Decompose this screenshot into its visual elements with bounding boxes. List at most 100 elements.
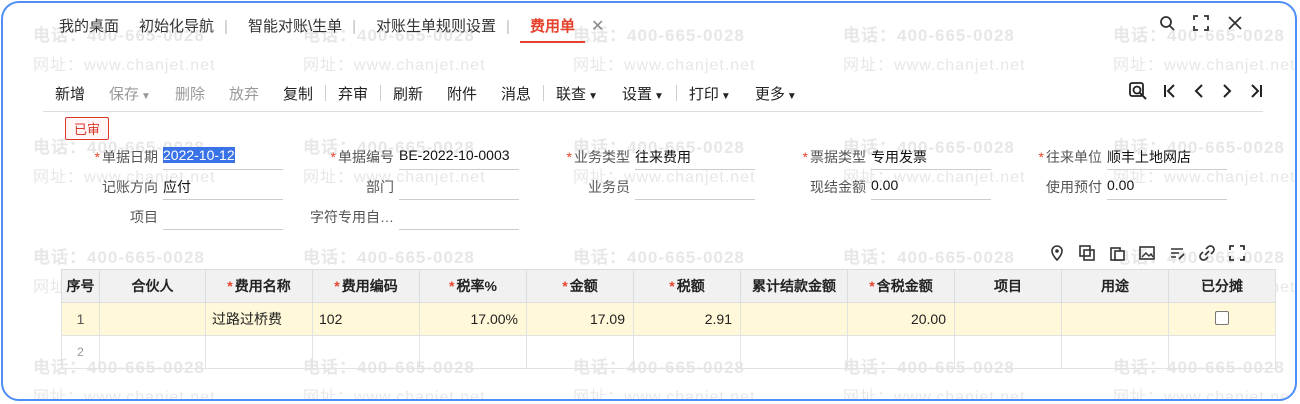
discard-button[interactable]: 放弃 (217, 83, 271, 104)
custom-input[interactable] (399, 207, 519, 230)
message-button[interactable]: 消息 (489, 83, 543, 104)
column-header[interactable]: * 税率% (419, 269, 527, 303)
seq-cell: 2 (61, 335, 100, 369)
paste-row-icon[interactable] (1109, 245, 1125, 266)
last-record-icon[interactable] (1249, 83, 1263, 104)
column-header-label: 税额 (676, 278, 705, 294)
direction-input[interactable]: 应付 (163, 177, 283, 200)
chevron-down-icon: ▼ (141, 90, 151, 102)
dept-input[interactable] (399, 177, 519, 200)
column-header[interactable]: * 费用名称 (205, 269, 313, 303)
tab-smart-reconcile[interactable]: 智能对账\生单 | (238, 11, 366, 43)
project-cell[interactable] (954, 335, 1062, 369)
expense-name-cell[interactable] (205, 335, 313, 369)
tax-rate-cell[interactable]: 17.00% (419, 302, 527, 336)
allocated-cell[interactable] (1168, 302, 1276, 336)
biz-type-input[interactable]: 往来费用 (635, 147, 755, 170)
doc-date-input[interactable]: 2022-10-12 (163, 147, 283, 170)
location-icon[interactable] (1049, 245, 1065, 266)
more-button[interactable]: 更多 ▼ (743, 83, 809, 104)
settled-amount-cell[interactable] (740, 335, 848, 369)
first-record-icon[interactable] (1163, 83, 1177, 104)
print-button[interactable]: 打印 ▼ (677, 83, 743, 104)
watermark-site: 网址：www.chanjet.net (843, 57, 1026, 74)
expense-code-cell[interactable] (312, 335, 420, 369)
next-record-icon[interactable] (1221, 83, 1233, 104)
unaudit-button[interactable]: 弃审 (326, 83, 380, 104)
column-header[interactable]: * 金额 (526, 269, 634, 303)
copy-row-icon[interactable] (1079, 245, 1095, 266)
watermark-site: 网址：www.chanjet.net (33, 57, 216, 74)
column-header-label: 费用编码 (341, 278, 398, 294)
settings-button[interactable]: 设置 ▼ (610, 83, 676, 104)
tab-init-nav[interactable]: 初始化导航 | (129, 11, 238, 43)
column-header[interactable]: * 含税金额 (847, 269, 955, 303)
column-header[interactable]: 合伙人 (99, 269, 206, 303)
allocated-cell[interactable] (1168, 335, 1276, 369)
tab-desktop[interactable]: 我的桌面 (49, 11, 129, 43)
allocated-checkbox[interactable] (1215, 310, 1229, 325)
expense-name-cell[interactable]: 过路过桥费 (205, 302, 313, 336)
total-amount-cell[interactable]: 20.00 (847, 302, 955, 336)
column-header-label: 费用名称 (234, 278, 291, 294)
link-query-button[interactable]: 联查 ▼ (544, 83, 610, 104)
tab-separator: | (224, 18, 228, 35)
tab-label: 初始化导航 (139, 18, 215, 35)
attach-button[interactable]: 附件 (435, 83, 489, 104)
total-amount-cell[interactable] (847, 335, 955, 369)
fullscreen-icon[interactable] (1229, 245, 1245, 266)
copy-button[interactable]: 复制 (271, 83, 325, 104)
expense-code-cell[interactable]: 102 (312, 302, 420, 336)
tax-cell[interactable] (633, 335, 741, 369)
amount-cell[interactable] (526, 335, 634, 369)
amount-cell[interactable]: 17.09 (526, 302, 634, 336)
tab-expense-doc[interactable]: 费用单 (519, 11, 585, 43)
required-mark: * (227, 278, 233, 294)
usage-cell[interactable] (1061, 302, 1169, 336)
table-row[interactable]: 2 (61, 335, 1276, 369)
project-cell[interactable] (954, 302, 1062, 336)
search-icon[interactable] (1159, 15, 1175, 36)
column-header[interactable]: 项目 (954, 269, 1062, 303)
project-input[interactable] (163, 207, 283, 230)
prev-record-icon[interactable] (1193, 83, 1205, 104)
partner-input[interactable]: 顺丰上地网店 (1107, 147, 1227, 170)
usage-cell[interactable] (1061, 335, 1169, 369)
settled-amount-cell[interactable] (740, 302, 848, 336)
maximize-icon[interactable] (1193, 15, 1209, 36)
partner-cell[interactable] (99, 335, 206, 369)
column-header-label: 用途 (1101, 278, 1129, 294)
edit-rows-icon[interactable] (1169, 245, 1185, 266)
prepay-input[interactable]: 0.00 (1107, 177, 1227, 200)
salesman-input[interactable] (635, 177, 755, 200)
tab-label: 智能对账\生单 (247, 18, 343, 35)
link-icon[interactable] (1199, 245, 1215, 266)
table-row[interactable]: 1 过路过桥费 102 17.00% 17.09 2.91 20.00 (61, 302, 1276, 336)
tab-close-icon[interactable]: ✕ (591, 11, 604, 43)
column-header[interactable]: 累计结款金额 (740, 269, 848, 303)
column-header[interactable]: * 费用编码 (312, 269, 420, 303)
link-query-label: 联查 (556, 85, 587, 103)
refresh-button[interactable]: 刷新 (381, 83, 435, 104)
image-icon[interactable] (1139, 245, 1155, 266)
watermark-phone: 电话：400-665-0028 (303, 248, 475, 267)
tab-reconcile-rules[interactable]: 对账生单规则设置 | (366, 11, 520, 43)
save-button[interactable]: 保存 ▼ (97, 83, 163, 104)
column-header[interactable]: 已分摊 (1168, 269, 1276, 303)
column-header[interactable]: * 税额 (633, 269, 741, 303)
column-header[interactable]: 序号 (61, 269, 100, 303)
partner-cell[interactable] (99, 302, 206, 336)
delete-button[interactable]: 删除 (163, 83, 217, 104)
custom-label: 字符专用自… (310, 209, 394, 225)
doc-no-input[interactable]: BE-2022-10-0003 (399, 147, 519, 170)
status-badge: 已审 (65, 117, 110, 140)
column-header[interactable]: 用途 (1061, 269, 1169, 303)
column-header-label: 税率% (456, 278, 497, 294)
cash-amount-input[interactable]: 0.00 (871, 177, 991, 200)
close-icon[interactable] (1227, 15, 1243, 36)
new-button[interactable]: 新增 (43, 83, 97, 104)
tax-cell[interactable]: 2.91 (633, 302, 741, 336)
locate-record-icon[interactable] (1129, 81, 1147, 105)
bill-type-input[interactable]: 专用发票 (871, 147, 991, 170)
tax-rate-cell[interactable] (419, 335, 527, 369)
